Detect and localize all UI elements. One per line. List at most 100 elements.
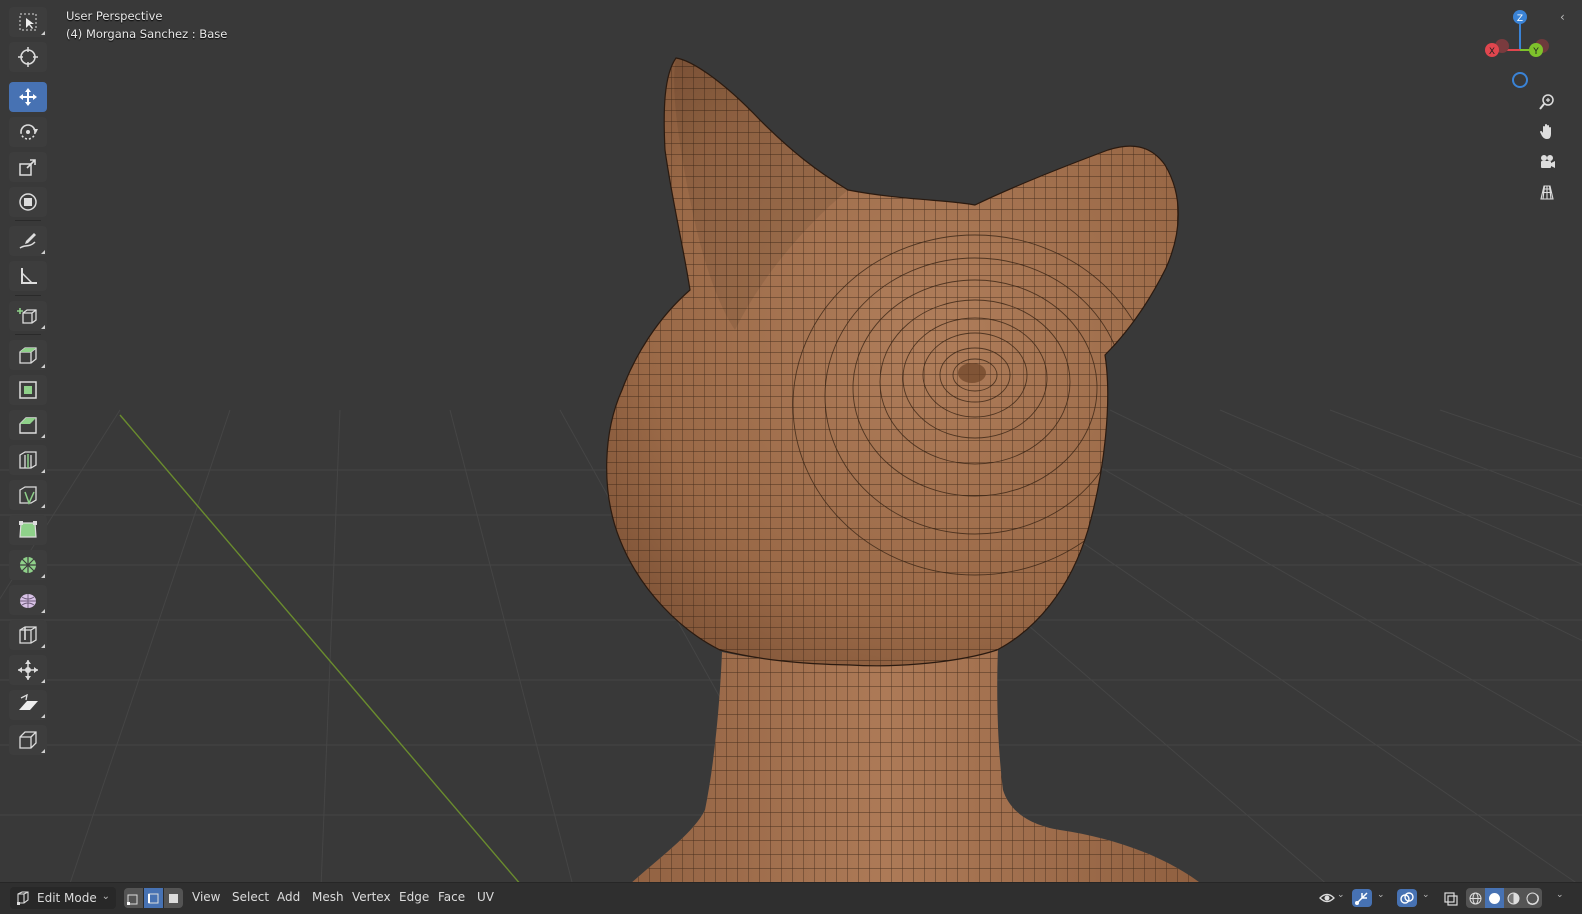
move-tool[interactable] xyxy=(9,82,47,112)
loop-cut-icon xyxy=(19,451,37,469)
inset-tool[interactable] xyxy=(9,375,47,405)
rendered-shading-icon xyxy=(1526,892,1539,905)
cursor-tool[interactable] xyxy=(9,42,47,72)
chevron-down-icon[interactable]: ⌄ xyxy=(1377,890,1385,900)
edge-select-icon xyxy=(148,893,159,903)
viewport-header: Edit Mode ⌄ View Select Add Mesh Vertex … xyxy=(0,882,1582,914)
scale-icon xyxy=(19,159,36,176)
bevel-tool[interactable] xyxy=(9,410,47,440)
chevron-down-icon[interactable]: ⌄ xyxy=(1556,890,1564,900)
rendered-shading-button[interactable] xyxy=(1523,888,1542,908)
chevron-down-icon[interactable]: ⌄ xyxy=(1337,890,1345,900)
spin-icon xyxy=(20,557,36,573)
edit-mode-icon xyxy=(17,891,29,905)
menu-vertex[interactable]: Vertex xyxy=(352,883,391,914)
gizmo-z-label: Z xyxy=(1517,14,1523,24)
menu-uv[interactable]: UV xyxy=(477,883,494,914)
measure-tool[interactable] xyxy=(9,261,47,291)
menu-add[interactable]: Add xyxy=(277,883,300,914)
face-select-icon xyxy=(169,893,178,903)
loop-cut-tool[interactable] xyxy=(9,445,47,475)
rip-region-tool[interactable] xyxy=(9,725,47,755)
mesh-neck[interactable] xyxy=(580,640,1260,913)
measure-icon xyxy=(21,268,37,284)
rip-region-icon xyxy=(19,731,37,749)
poly-build-icon xyxy=(19,521,37,538)
mode-dropdown[interactable]: Edit Mode ⌄ xyxy=(10,887,116,909)
gizmo-x-label: X xyxy=(1489,47,1495,57)
knife-icon xyxy=(19,486,37,505)
smooth-icon xyxy=(20,594,36,608)
shrink-fatten-icon xyxy=(18,660,38,680)
viewport-canvas[interactable] xyxy=(0,0,1582,913)
menu-view[interactable]: View xyxy=(192,883,220,914)
move-icon xyxy=(19,88,37,106)
wireframe-shading-button[interactable] xyxy=(1466,888,1485,908)
vertex-select-icon xyxy=(127,894,138,905)
select-box-icon xyxy=(19,13,37,31)
xray-icon xyxy=(1444,892,1458,906)
camera-view-button[interactable] xyxy=(1533,149,1561,175)
material-shading-button[interactable] xyxy=(1504,888,1523,908)
rotate-tool[interactable] xyxy=(9,117,47,147)
poly-build-tool[interactable] xyxy=(9,515,47,545)
shear-icon xyxy=(19,694,38,710)
chevron-down-icon: ⌄ xyxy=(101,891,110,902)
face-select-button[interactable] xyxy=(164,888,183,908)
zoom-icon xyxy=(1539,94,1554,110)
transform-tool[interactable] xyxy=(9,187,47,217)
shading-mode-group xyxy=(1466,888,1542,908)
wireframe-shading-icon xyxy=(1469,892,1482,904)
solid-shading-button[interactable] xyxy=(1485,888,1504,908)
rotate-icon xyxy=(20,124,38,140)
chevron-down-icon[interactable]: ⌄ xyxy=(1422,890,1430,900)
object-info: (4) Morgana Sanchez : Base xyxy=(66,27,228,41)
select-box-tool[interactable] xyxy=(9,7,47,37)
knife-tool[interactable] xyxy=(9,480,47,510)
spin-tool[interactable] xyxy=(9,550,47,580)
y-axis-line xyxy=(119,414,546,913)
visibility-button[interactable] xyxy=(1317,889,1337,907)
add-cube-tool[interactable] xyxy=(9,301,47,331)
zoom-button[interactable] xyxy=(1533,89,1561,115)
pan-button[interactable] xyxy=(1533,119,1561,145)
annotate-icon xyxy=(19,233,36,249)
inset-icon xyxy=(19,381,37,399)
extrude-tool[interactable] xyxy=(9,340,47,370)
tool-shelf xyxy=(7,4,49,756)
menu-face[interactable]: Face xyxy=(438,883,465,914)
ortho-toggle-button[interactable] xyxy=(1533,179,1561,205)
mode-label: Edit Mode xyxy=(37,891,97,905)
edge-slide-icon xyxy=(19,626,37,644)
transform-icon xyxy=(19,193,37,211)
overlays-toggle-button[interactable] xyxy=(1397,889,1417,907)
annotate-tool[interactable] xyxy=(9,226,47,256)
gizmo-toggle-button[interactable] xyxy=(1352,889,1372,907)
shear-tool[interactable] xyxy=(9,690,47,720)
bevel-icon xyxy=(19,417,37,434)
edge-slide-tool[interactable] xyxy=(9,620,47,650)
shrink-fatten-tool[interactable] xyxy=(9,655,47,685)
xray-toggle-button[interactable] xyxy=(1441,889,1461,907)
smooth-tool[interactable] xyxy=(9,585,47,615)
gizmo-toggle-icon xyxy=(1355,892,1368,905)
sidebar-toggle-icon[interactable]: ‹ xyxy=(1560,10,1570,28)
3d-viewport[interactable] xyxy=(0,0,1582,913)
menu-mesh[interactable]: Mesh xyxy=(312,883,344,914)
camera-icon xyxy=(1541,155,1555,168)
gizmo-y-label: Y xyxy=(1532,47,1539,57)
pan-hand-icon xyxy=(1540,124,1551,139)
view-name: User Perspective xyxy=(66,9,163,23)
menu-edge[interactable]: Edge xyxy=(399,883,429,914)
ortho-grid-icon xyxy=(1540,185,1554,200)
menu-select[interactable]: Select xyxy=(232,883,269,914)
vertex-select-button[interactable] xyxy=(124,888,144,908)
eye-icon xyxy=(1319,893,1335,903)
material-shading-icon xyxy=(1507,892,1520,904)
cursor-icon xyxy=(18,47,38,67)
edge-select-button[interactable] xyxy=(144,888,164,908)
extrude-icon xyxy=(19,347,37,364)
add-cube-icon xyxy=(17,308,37,324)
scale-tool[interactable] xyxy=(9,152,47,182)
mesh-head[interactable] xyxy=(590,50,1200,680)
